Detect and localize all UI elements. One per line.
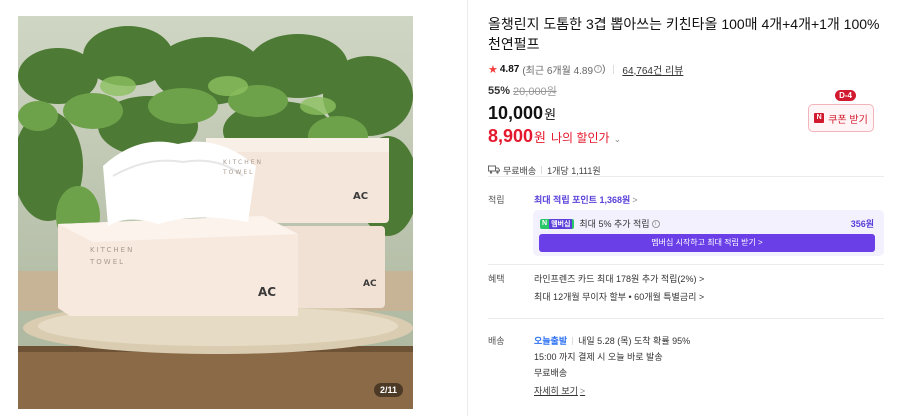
naver-n-icon: N <box>814 113 825 123</box>
sale-price-unit: 원 <box>534 130 547 145</box>
section-divider <box>488 318 884 319</box>
max-points-link[interactable]: 최대 적립 포인트 1,368원 > <box>534 193 638 206</box>
price-block: 55% 20,000원 10,000 원 8,900 원 나의 할인가 ⌄ D-… <box>488 84 884 154</box>
membership-start-button[interactable]: 멤버십 시작하고 최대 적립 받기 > <box>539 234 875 252</box>
chevron-right-icon: > <box>579 386 586 396</box>
rating-score: 4.87 <box>499 63 520 75</box>
star-icon: ★ <box>488 63 498 76</box>
sale-price-label: 나의 할인가 <box>551 131 610 145</box>
svg-text:TOWEL: TOWEL <box>222 169 254 176</box>
original-price: 20,000원 <box>513 86 557 98</box>
image-counter: 2/11 <box>373 383 403 397</box>
price-unit: 원 <box>544 107 557 122</box>
product-info: 올챙린지 도톰한 3겹 뽑아쓰는 키친타올 100매 4개+4개+1개 100%… <box>488 14 884 176</box>
free-shipping: 무료배송 <box>503 165 537 176</box>
delivery-fee: 무료배송 <box>534 368 568 378</box>
rating-row: ★ 4.87 (최근 6개월 4.89 i ) 64,764건 리뷰 <box>488 62 884 77</box>
discount-row: 55% 20,000원 <box>488 84 884 98</box>
benefits-label: 혜택 <box>488 274 505 284</box>
svg-text:TOWEL: TOWEL <box>89 258 125 266</box>
section-divider <box>488 176 884 177</box>
rating-recent: (최근 6개월 4.89 <box>522 65 594 77</box>
npay-membership-badge: N 멤버십 <box>540 218 575 229</box>
coupon-label: 쿠폰 받기 <box>828 114 868 126</box>
svg-text:AC: AC <box>258 285 276 299</box>
delivery-row: 오늘출발 내일 5.28 (목) 도착 확률 95% <box>534 334 690 347</box>
info-icon[interactable]: i <box>651 219 660 228</box>
max-points-text: 최대 적립 포인트 1,368원 <box>534 195 631 205</box>
sale-price: 8,900 <box>488 126 534 146</box>
divider <box>541 166 543 174</box>
coupon-button[interactable]: N 쿠폰 받기 <box>808 104 874 132</box>
card-benefit-link[interactable]: 라인프렌즈 카드 최대 178원 추가 적립(2%) > <box>534 272 704 285</box>
truck-icon <box>488 165 500 176</box>
svg-text:AC: AC <box>353 191 368 202</box>
chevron-down-icon[interactable]: ⌄ <box>614 134 622 145</box>
reviews-link[interactable]: 64,764건 리뷰 <box>622 62 683 77</box>
arrival-estimate: 내일 5.28 (목) 도착 확률 95% <box>578 336 691 346</box>
membership-tag: 멤버십 <box>549 218 573 229</box>
divider <box>613 64 615 74</box>
delivery-label: 배송 <box>488 336 505 346</box>
info-icon[interactable]: i <box>594 65 603 73</box>
shipping-summary: 무료배송 1개당 1,111원 <box>488 164 884 176</box>
coupon-dday-badge: D-4 <box>835 90 856 101</box>
product-title: 올챙린지 도톰한 3겹 뽑아쓰는 키친타올 100매 4개+4개+1개 100%… <box>488 16 880 52</box>
today-dispatch-badge: 오늘출발 <box>534 336 568 346</box>
dispatch-cutoff: 15:00 까지 결제 시 오늘 바로 발송 <box>534 352 663 362</box>
svg-text:KITCHEN: KITCHEN <box>90 246 134 254</box>
section-divider <box>488 264 884 265</box>
discount-percent: 55% <box>488 85 511 97</box>
price: 10,000 <box>488 103 544 123</box>
delivery-details-text: 자세히 보기 <box>534 386 578 396</box>
rating-recent-close: ) <box>602 63 606 75</box>
membership-amount: 356원 <box>850 219 874 229</box>
svg-text:AC: AC <box>363 279 377 289</box>
unit-price: 1개당 1,111원 <box>547 165 601 176</box>
membership-text: 최대 5% 추가 적립 <box>579 219 650 229</box>
divider <box>572 336 574 345</box>
membership-box: N 멤버십 최대 5% 추가 적립 i 356원 멤버십 시작하고 최대 적립 … <box>533 210 884 256</box>
delivery-details-link[interactable]: 자세히 보기 > <box>534 384 585 397</box>
installment-link[interactable]: 최대 12개월 무이자 할부 • 60개월 특별금리 > <box>534 290 704 303</box>
svg-text:KITCHEN: KITCHEN <box>223 159 263 166</box>
product-image-gallery[interactable]: KITCHEN TOWEL AC KITCHEN TOWEL AC AC 2/1… <box>18 16 413 409</box>
naver-n-icon: N <box>542 220 548 227</box>
points-label: 적립 <box>488 195 505 205</box>
column-divider <box>467 0 468 416</box>
membership-row: N 멤버십 최대 5% 추가 적립 i <box>540 217 660 230</box>
chevron-right-icon: > <box>632 195 638 205</box>
product-photo: KITCHEN TOWEL AC KITCHEN TOWEL AC AC <box>18 16 413 409</box>
